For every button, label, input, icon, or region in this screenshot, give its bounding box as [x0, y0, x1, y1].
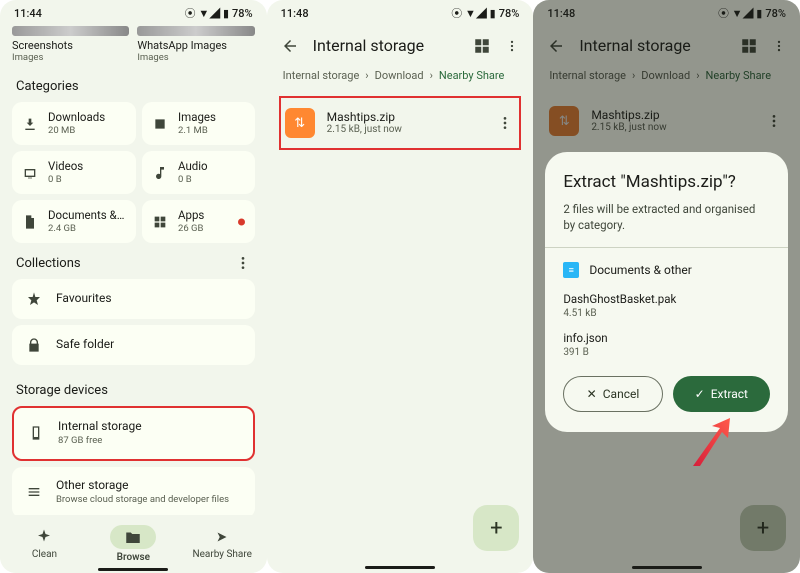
crumb-internal[interactable]: Internal storage	[283, 69, 360, 82]
extract-item-1: info.json 391 B	[563, 331, 770, 358]
crumb-nearbyshare[interactable]: Nearby Share	[439, 69, 504, 82]
thumb-icon	[12, 26, 129, 36]
safe-folder-button[interactable]: Safe folder	[12, 325, 255, 365]
file-mashtips[interactable]: ⇅ Mashtips.zip 2.15 kB, just now	[279, 96, 522, 150]
document-icon: ≡	[563, 262, 579, 278]
sparkle-icon	[35, 528, 53, 546]
document-icon	[22, 214, 38, 230]
more-vert-icon[interactable]	[235, 255, 251, 271]
panel-extract-dialog: 11:48 ⦿ ▼◢ ▮78% Internal storage Interna…	[533, 0, 800, 573]
new-indicator-icon	[238, 218, 245, 225]
recent-row: Screenshots Images WhatsApp Images Image…	[0, 26, 267, 67]
recent-screenshots[interactable]: Screenshots Images	[12, 26, 129, 63]
recent-title: WhatsApp Images	[137, 40, 254, 52]
recent-sub: Images	[137, 52, 254, 63]
item-name: info.json	[563, 331, 770, 345]
download-icon	[22, 116, 38, 132]
nav-browse[interactable]: Browse	[89, 515, 178, 573]
category-documents[interactable]: Documents & other2.4 GB	[12, 200, 136, 243]
internal-storage-button[interactable]: Internal storage87 GB free	[12, 406, 255, 461]
breadcrumb: Internal storage › Download › Nearby Sha…	[267, 65, 534, 92]
category-images[interactable]: Images2.1 MB	[142, 102, 255, 145]
extract-button[interactable]: ✓ Extract	[673, 376, 770, 412]
other-storage-button[interactable]: Other storageBrowse cloud storage and de…	[12, 467, 255, 518]
dialog-title: Extract "Mashtips.zip"?	[563, 172, 770, 192]
category-audio[interactable]: Audio0 B	[142, 151, 255, 194]
nav-indicator	[365, 566, 435, 569]
star-icon	[26, 291, 42, 307]
divider	[545, 247, 788, 248]
plus-icon: +	[490, 516, 502, 541]
recent-sub: Images	[12, 52, 129, 63]
status-icons: ⦿ ▼◢ ▮78%	[451, 5, 519, 21]
check-icon: ✓	[695, 387, 705, 401]
thumb-icon	[137, 26, 254, 36]
item-name: DashGhostBasket.pak	[563, 292, 770, 306]
collections-heading: Collections	[16, 256, 81, 271]
category-videos[interactable]: Videos0 B	[12, 151, 136, 194]
more-vert-icon[interactable]	[497, 115, 513, 131]
list-icon	[26, 484, 42, 500]
recent-title: Screenshots	[12, 40, 129, 52]
chevron-right-icon: ›	[430, 69, 433, 82]
dialog-actions: ✕ Cancel ✓ Extract	[563, 376, 770, 412]
extract-label: Extract	[711, 387, 748, 401]
image-icon	[152, 116, 168, 132]
audio-icon	[152, 165, 168, 181]
page-title: Internal storage	[313, 36, 460, 55]
file-sub: 2.15 kB, just now	[327, 124, 486, 136]
dialog-message: 2 files will be extracted and organised …	[563, 202, 770, 233]
recent-whatsapp[interactable]: WhatsApp Images Images	[137, 26, 254, 63]
nav-nearby-share[interactable]: Nearby Share	[178, 515, 267, 573]
panel-internal-storage: 11:48 ⦿ ▼◢ ▮78% Internal storage Interna…	[267, 0, 534, 573]
file-group-header: ≡ Documents & other	[563, 262, 770, 278]
lock-icon	[26, 337, 42, 353]
nav-clean[interactable]: Clean	[0, 515, 89, 573]
category-downloads[interactable]: Downloads20 MB	[12, 102, 136, 145]
share-icon	[213, 528, 231, 546]
categories-grid: Downloads20 MB Images2.1 MB Videos0 B Au…	[0, 102, 267, 243]
crumb-download[interactable]: Download	[375, 69, 424, 82]
group-label: Documents & other	[589, 263, 691, 277]
categories-heading: Categories	[0, 67, 267, 102]
phone-icon	[28, 425, 44, 441]
chevron-right-icon: ›	[365, 69, 368, 82]
bottom-nav: Clean Browse Nearby Share	[0, 515, 267, 573]
extract-item-0: DashGhostBasket.pak 4.51 kB	[563, 292, 770, 319]
more-vert-icon[interactable]	[505, 39, 519, 53]
grid-view-icon[interactable]	[473, 37, 491, 55]
status-bar: 11:48 ⦿ ▼◢ ▮78%	[267, 0, 534, 26]
app-bar: Internal storage	[267, 26, 534, 65]
favourites-button[interactable]: Favourites	[12, 279, 255, 319]
clock: 11:48	[281, 7, 309, 20]
folder-icon	[124, 528, 142, 546]
clock: 11:44	[14, 7, 42, 20]
storage-heading: Storage devices	[0, 371, 267, 406]
panel-browse: 11:44 ⦿ ▼◢ ▮78% Screenshots Images Whats…	[0, 0, 267, 573]
status-bar: 11:44 ⦿ ▼◢ ▮78%	[0, 0, 267, 26]
item-size: 391 B	[563, 347, 770, 358]
file-name: Mashtips.zip	[327, 110, 486, 124]
item-size: 4.51 kB	[563, 308, 770, 319]
close-icon: ✕	[587, 387, 597, 401]
extract-dialog: Extract "Mashtips.zip"? 2 files will be …	[545, 152, 788, 432]
nav-indicator	[632, 566, 702, 569]
zip-icon: ⇅	[285, 108, 315, 138]
status-icons: ⦿ ▼◢ ▮78%	[185, 5, 253, 21]
video-icon	[22, 165, 38, 181]
cancel-button[interactable]: ✕ Cancel	[563, 376, 662, 412]
cancel-label: Cancel	[603, 387, 640, 401]
category-apps[interactable]: Apps26 GB	[142, 200, 255, 243]
fab-add[interactable]: +	[473, 505, 519, 551]
apps-icon	[152, 214, 168, 230]
back-icon[interactable]	[281, 37, 299, 55]
annotation-arrow-icon	[688, 418, 738, 468]
nav-indicator	[98, 568, 168, 571]
